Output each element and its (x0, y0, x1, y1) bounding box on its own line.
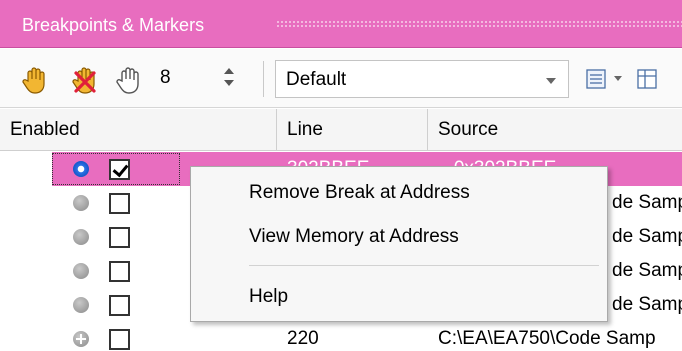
count-spinner[interactable] (222, 65, 238, 91)
view-dropdown-caret-icon[interactable] (614, 76, 622, 81)
breakpoint-inactive-icon[interactable] (73, 297, 89, 313)
combo-value: Default (286, 69, 347, 90)
title-bar-grip[interactable] (276, 20, 682, 28)
source-cell: de Samp (612, 260, 682, 281)
enabled-checkbox[interactable] (109, 159, 130, 180)
hand-outline-icon[interactable] (114, 65, 144, 95)
source-cell: C:\EA\EA750\Code Samp (438, 328, 656, 349)
panel-title-bar: Breakpoints & Markers (0, 0, 682, 48)
table-header: Enabled Line Source (0, 109, 682, 151)
column-header-enabled[interactable]: Enabled (0, 109, 276, 151)
list-view-icon[interactable] (585, 68, 607, 90)
grid-view-icon[interactable] (636, 68, 658, 90)
spinner-down-icon[interactable] (224, 80, 234, 86)
breakpoint-add-icon[interactable] (73, 331, 89, 347)
breakpoint-inactive-icon[interactable] (73, 229, 89, 245)
table-row[interactable]: 220 C:\EA\EA750\Code Samp (0, 322, 682, 351)
chevron-down-icon[interactable] (546, 78, 556, 84)
line-cell: 220 (287, 328, 319, 349)
source-cell: de Samp (612, 294, 682, 315)
enabled-checkbox[interactable] (109, 227, 130, 248)
breakpoint-inactive-icon[interactable] (73, 195, 89, 211)
breakpoint-active-icon[interactable] (73, 161, 89, 177)
breakpoint-set-combo[interactable]: Default (275, 60, 569, 98)
panel-title: Breakpoints & Markers (22, 15, 205, 35)
source-cell: de Samp (612, 192, 682, 213)
column-header-source[interactable]: Source (428, 109, 682, 151)
breakpoint-inactive-icon[interactable] (73, 263, 89, 279)
enabled-checkbox[interactable] (109, 193, 130, 214)
toolbar-separator (263, 61, 264, 97)
source-cell: de Samp (612, 226, 682, 247)
enabled-checkbox[interactable] (109, 261, 130, 282)
menu-separator (249, 265, 599, 266)
menu-item-help[interactable]: Help (249, 286, 288, 308)
context-menu: Remove Break at Address View Memory at A… (190, 166, 608, 322)
count-spinner-value[interactable]: 8 (160, 64, 200, 92)
enabled-checkbox[interactable] (109, 329, 130, 350)
hand-icon[interactable] (20, 65, 50, 95)
enabled-checkbox[interactable] (109, 295, 130, 316)
toolbar: 8 Default (0, 49, 682, 108)
hand-delete-icon[interactable] (70, 65, 100, 95)
spinner-up-icon[interactable] (224, 68, 234, 74)
menu-item-remove-break[interactable]: Remove Break at Address (249, 182, 470, 204)
menu-item-view-memory[interactable]: View Memory at Address (249, 226, 459, 248)
column-header-line[interactable]: Line (277, 109, 427, 151)
